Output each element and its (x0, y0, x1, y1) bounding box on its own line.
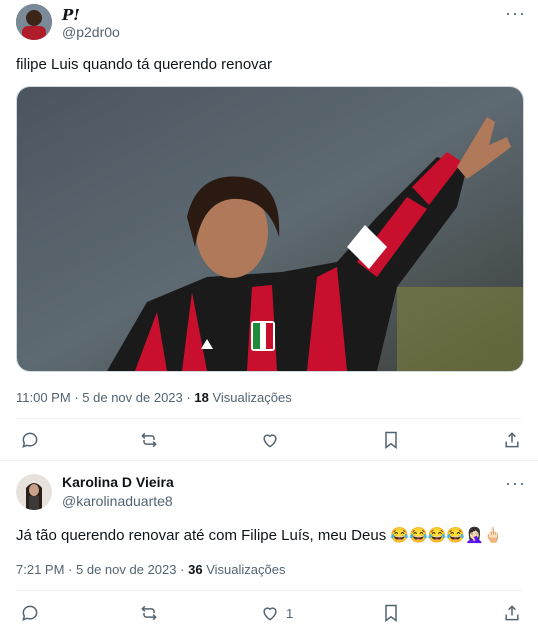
divider (16, 590, 522, 591)
player-photo (17, 87, 523, 371)
author-display-name[interactable]: P! (62, 6, 80, 24)
meta-separator: · (186, 390, 191, 405)
share-button[interactable] (502, 430, 522, 450)
reply-icon (22, 605, 38, 621)
author-avatar[interactable] (16, 4, 52, 40)
reply-display-name[interactable]: Karolina D Vieira (62, 474, 174, 490)
divider (16, 418, 522, 419)
bookmark-icon (385, 604, 397, 622)
reply-retweet-button[interactable] (139, 603, 159, 623)
tweet-views-count: 18 (194, 390, 209, 405)
reply-views-count: 36 (188, 562, 203, 577)
reply-bookmark-button[interactable] (381, 603, 401, 623)
divider (0, 460, 538, 461)
reply-share-button[interactable] (502, 603, 522, 623)
meta-separator: · (74, 390, 79, 405)
like-icon (263, 607, 277, 621)
author-avatar-image (16, 4, 52, 40)
tweet-photo[interactable] (16, 86, 524, 372)
tweet-date: 5 de nov de 2023 (82, 390, 183, 405)
meta-separator: · (68, 562, 73, 577)
reply-views-label: Visualizações (206, 562, 286, 577)
tweet-more-icon[interactable]: ··· (505, 4, 526, 22)
retweet-button[interactable] (139, 430, 159, 450)
reply-more-icon[interactable]: ··· (505, 474, 526, 492)
reply-avatar[interactable] (16, 474, 52, 510)
share-icon (505, 432, 519, 448)
reply-reply-button[interactable] (20, 603, 40, 623)
share-icon (505, 605, 519, 621)
reply-timestamp[interactable]: 7:21 PM · 5 de nov de 2023 · 36 Visualiz… (16, 562, 285, 577)
reply-like-count: 1 (286, 605, 294, 621)
reply-time: 7:21 PM (16, 562, 65, 577)
reply-avatar-image (16, 474, 52, 510)
retweet-icon (141, 605, 157, 621)
tweet-views-label: Visualizações (212, 390, 292, 405)
bookmark-icon (385, 431, 397, 449)
reply-icon (22, 432, 38, 448)
retweet-icon (141, 432, 157, 448)
tweet-text: filipe Luis quando tá querendo renovar (16, 56, 273, 73)
reply-like-button[interactable]: 1 (260, 603, 293, 623)
author-handle[interactable]: @p2dr0o (62, 24, 120, 40)
reply-button[interactable] (20, 430, 40, 450)
reply-date: 5 de nov de 2023 (76, 562, 177, 577)
like-icon (263, 434, 277, 448)
tweet-time: 11:00 PM (16, 390, 71, 405)
tweet-timestamp[interactable]: 11:00 PM · 5 de nov de 2023 · 18 Visuali… (16, 390, 292, 405)
meta-separator: · (180, 562, 185, 577)
reply-text: Já tão querendo renovar até com Filipe L… (16, 527, 503, 544)
bookmark-button[interactable] (381, 430, 401, 450)
reply-handle[interactable]: @karolinaduarte8 (62, 493, 173, 509)
like-button[interactable] (260, 430, 280, 450)
